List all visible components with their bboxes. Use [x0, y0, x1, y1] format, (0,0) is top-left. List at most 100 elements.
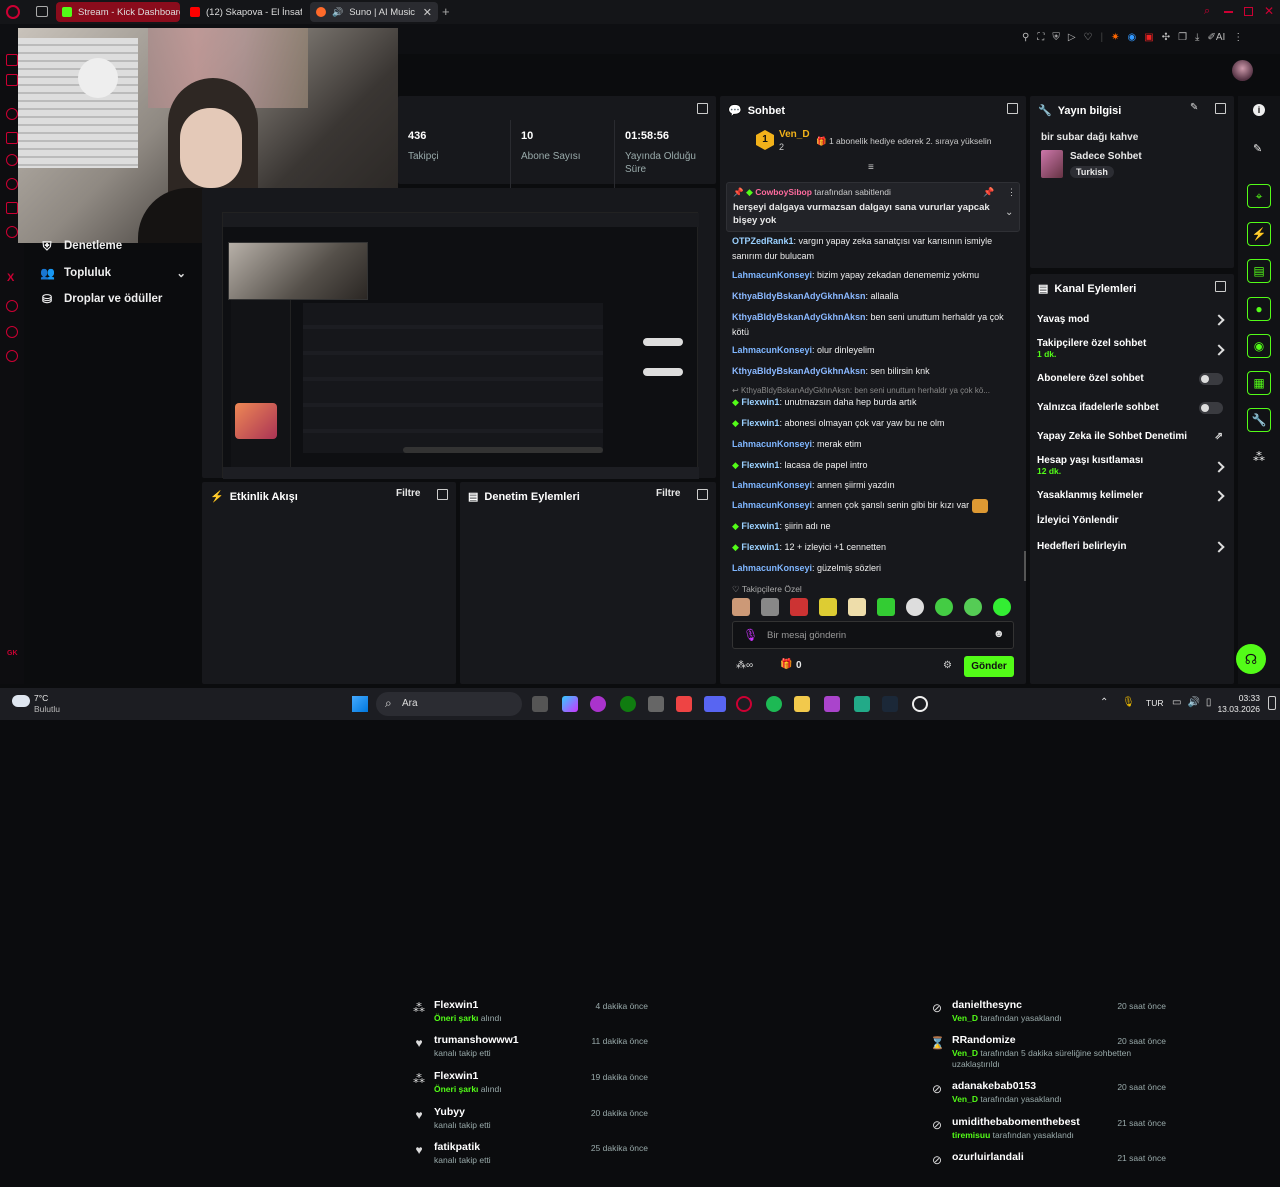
- lightning-icon[interactable]: ⚡: [1247, 222, 1271, 246]
- moderation-item[interactable]: ⌛ RRandomize Ven_D tarafından 5 dakika sür…: [930, 1034, 1166, 1070]
- notification-icon[interactable]: [1268, 696, 1276, 710]
- network-icon[interactable]: ▭: [1172, 697, 1181, 708]
- messenger-icon[interactable]: [6, 178, 18, 190]
- maximize-icon[interactable]: [1244, 7, 1253, 16]
- menu-icon[interactable]: ⋮: [1233, 32, 1243, 43]
- scan-icon[interactable]: ⌖: [1247, 184, 1271, 208]
- item-username[interactable]: umidithebabomenthebest: [952, 1116, 1080, 1128]
- emote-icon[interactable]: [790, 598, 808, 616]
- task-view-icon[interactable]: [532, 696, 548, 712]
- discord-icon[interactable]: [704, 696, 726, 712]
- channel-action-item[interactable]: Takipçilere özel sohbet 1 dk.: [1037, 338, 1227, 359]
- puzzle-icon[interactable]: ✣: [1162, 32, 1170, 43]
- screenshot-icon[interactable]: ⛶: [1037, 32, 1044, 43]
- extension-icon[interactable]: ▣: [1144, 32, 1153, 43]
- chat-username[interactable]: Flexwin1: [741, 521, 779, 531]
- mic-icon[interactable]: 🎙: [1122, 697, 1135, 708]
- chat-username[interactable]: OTPZedRank1: [732, 236, 794, 246]
- moderation-item[interactable]: ⊘ adanakebab0153 Ven_D tarafından yasaklan…: [930, 1080, 1166, 1116]
- channel-action-item[interactable]: Abonelere özel sohbet: [1037, 373, 1227, 385]
- heart-icon[interactable]: ♡: [1084, 32, 1093, 43]
- item-username[interactable]: danielthesync: [952, 999, 1022, 1011]
- weather-temp[interactable]: 7°C: [34, 693, 48, 703]
- nav-denetleme[interactable]: ⛨ Denetleme: [40, 239, 122, 253]
- app-icon[interactable]: [590, 696, 606, 712]
- filter-button[interactable]: Filtre: [396, 488, 420, 499]
- pin-icon[interactable]: ⚲: [1022, 32, 1029, 43]
- support-icon[interactable]: ☊: [1236, 644, 1266, 674]
- channel-action-item[interactable]: Yavaş mod: [1037, 314, 1227, 326]
- steam-icon[interactable]: [882, 696, 898, 712]
- language-indicator[interactable]: TUR: [1146, 698, 1163, 708]
- app-icon[interactable]: [676, 696, 692, 712]
- xbox-icon[interactable]: [620, 696, 636, 712]
- shield-icon[interactable]: ⛨: [1052, 32, 1060, 43]
- expand-icon[interactable]: ≡: [868, 162, 874, 173]
- item-username[interactable]: adanakebab0153: [952, 1080, 1036, 1092]
- tab-youtube[interactable]: (12) Skapova - El İnsaf (O: [184, 2, 302, 22]
- item-username[interactable]: RRandomize: [952, 1034, 1016, 1046]
- edit-icon[interactable]: ✎: [1190, 102, 1198, 113]
- layout-icon[interactable]: ▦: [1247, 371, 1271, 395]
- item-username[interactable]: ozurluirlandali: [952, 1151, 1024, 1163]
- activity-item[interactable]: ♥ fatikpatik kanalı takip etti 25 dakika ön…: [412, 1141, 648, 1177]
- emote-icon[interactable]: [819, 598, 837, 616]
- tab-manager-icon[interactable]: [36, 6, 48, 17]
- unpin-icon[interactable]: 📌: [983, 187, 994, 198]
- chevron-down-icon[interactable]: ⌄: [1005, 207, 1013, 218]
- flow-icon[interactable]: [6, 326, 18, 338]
- app-icon[interactable]: [854, 696, 870, 712]
- channel-action-item[interactable]: İzleyici Yönlendir: [1037, 515, 1227, 526]
- whatsapp-icon[interactable]: [6, 154, 18, 166]
- toggle-switch[interactable]: [1199, 373, 1223, 385]
- popout-icon[interactable]: [697, 103, 708, 114]
- volume-icon[interactable]: 🔊: [1187, 697, 1199, 708]
- chat-username[interactable]: LahmacunKonseyi: [732, 563, 812, 573]
- chat-input[interactable]: 🎙 Bir mesaj gönderin ☻: [732, 621, 1014, 649]
- chat-username[interactable]: KthyaBldyBskanAdyGkhnAksn: [732, 312, 866, 322]
- popout-icon[interactable]: [1215, 281, 1226, 292]
- extension-icon[interactable]: ◉: [1128, 32, 1137, 43]
- popout-icon[interactable]: [697, 489, 708, 500]
- broadcast-icon[interactable]: ◉: [1247, 334, 1271, 358]
- nav-topluluk[interactable]: 👥 Topluluk ⌄: [40, 266, 186, 280]
- music-icon[interactable]: [6, 202, 18, 214]
- chat-username[interactable]: LahmacunKonseyi: [732, 500, 812, 510]
- x-icon[interactable]: X: [7, 272, 14, 284]
- settings-icon[interactable]: [6, 350, 18, 362]
- emote-icon[interactable]: [761, 598, 779, 616]
- chat-username[interactable]: Flexwin1: [741, 397, 779, 407]
- chat-username[interactable]: LahmacunKonseyi: [732, 345, 812, 355]
- home-icon[interactable]: [6, 54, 18, 66]
- nav-droplar[interactable]: ⛁ Droplar ve ödüller: [40, 292, 162, 306]
- copy-icon[interactable]: ❐: [1178, 32, 1187, 43]
- ai-icon[interactable]: ✐AI: [1207, 32, 1225, 43]
- apps-icon[interactable]: ⁂: [1247, 446, 1271, 470]
- popout-icon[interactable]: [1215, 103, 1226, 114]
- windows-start-icon[interactable]: [352, 696, 368, 712]
- item-username[interactable]: fatikpatik: [434, 1141, 480, 1153]
- avatar[interactable]: [1232, 60, 1253, 81]
- instagram-icon[interactable]: [6, 108, 18, 120]
- search-icon[interactable]: ⌕: [1204, 5, 1210, 18]
- clock-time[interactable]: 03:33: [1220, 693, 1260, 703]
- emote-icon[interactable]: [877, 598, 895, 616]
- leader-name[interactable]: Ven_D: [779, 129, 810, 140]
- spotify-icon[interactable]: [766, 696, 782, 712]
- item-username[interactable]: Yubyy: [434, 1106, 465, 1118]
- download-icon[interactable]: ⤓: [1195, 32, 1199, 43]
- file-explorer-icon[interactable]: [794, 696, 810, 712]
- github-icon[interactable]: [912, 696, 928, 712]
- chat-username[interactable]: LahmacunKonseyi: [732, 270, 812, 280]
- emoji-icon[interactable]: ☻: [993, 628, 1005, 640]
- app-icon[interactable]: [824, 696, 840, 712]
- activity-item[interactable]: ♥ Yubyy kanalı takip etti 20 dakika önce: [412, 1106, 648, 1142]
- extension-icon[interactable]: ✷: [1111, 32, 1119, 43]
- mic-icon[interactable]: 🎙: [743, 628, 758, 642]
- chat-username[interactable]: LahmacunKonseyi: [732, 480, 812, 490]
- activity-item[interactable]: ⁂ Flexwin1 Öneri şarkı alındı 19 dakika önc…: [412, 1070, 648, 1106]
- minimize-icon[interactable]: [1224, 11, 1233, 13]
- gallery-icon[interactable]: [6, 132, 18, 144]
- new-tab-icon[interactable]: +: [442, 4, 450, 19]
- moderation-item[interactable]: ⊘ ozurluirlandali 21 saat önce: [930, 1151, 1166, 1187]
